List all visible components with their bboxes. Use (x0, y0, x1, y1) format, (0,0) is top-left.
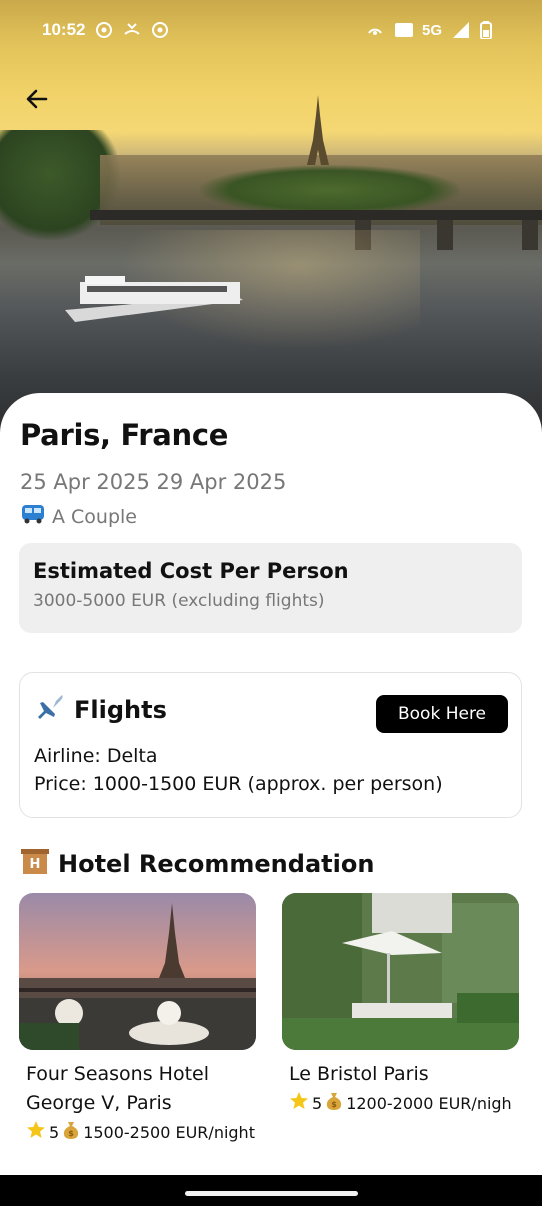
svg-text:$: $ (331, 1100, 337, 1109)
arrow-left-icon (26, 89, 48, 109)
hero-image (0, 0, 542, 440)
travelers-label: A Couple (52, 505, 137, 528)
flights-card: Flights Book Here Airline: Delta Price: … (19, 672, 522, 818)
hotel-meta: 5 $ 1200-2000 EUR/nigh (282, 1091, 522, 1115)
money-bag-icon: $ (62, 1120, 80, 1144)
page-title: Paris, France (20, 418, 229, 452)
network-type: 5G (421, 21, 442, 39)
flight-price-text: Price: 1000-1500 EUR (approx. per person… (34, 773, 443, 795)
airplane-icon (34, 691, 66, 729)
hotel-card[interactable]: Four Seasons Hotel George V, Paris 5 $ 1… (19, 893, 259, 1144)
hotel-name: Le Bristol Paris (289, 1063, 429, 1085)
home-gesture-handle[interactable] (185, 1191, 358, 1196)
system-nav-bar (0, 1175, 542, 1206)
travelers: A Couple (20, 503, 137, 530)
hotel-rating: 5 (312, 1093, 323, 1113)
nfc-icon (394, 21, 413, 39)
status-bar: 10:52 5G (0, 0, 542, 60)
hotel-icon: H (20, 846, 50, 882)
whatsapp-icon (151, 21, 169, 39)
hotel-price: 1500-2500 EUR/night (83, 1122, 255, 1142)
trip-dates: 25 Apr 2025 29 Apr 2025 (20, 470, 287, 494)
hotel-rating: 5 (49, 1122, 60, 1142)
eiffel-tower-shape (307, 95, 329, 165)
bus-icon (20, 503, 46, 530)
hotel-price: 1200-2000 EUR/nigh (346, 1093, 512, 1113)
signal-icon (452, 21, 470, 39)
cost-title: Estimated Cost Per Person (33, 559, 349, 583)
status-time: 10:52 (42, 20, 86, 39)
missed-call-icon (123, 21, 141, 39)
svg-text:H: H (30, 857, 41, 872)
hotel-image (282, 893, 519, 1050)
hotel-section-header: H Hotel Recommendation (20, 846, 374, 882)
money-bag-icon: $ (325, 1091, 343, 1115)
airline-text: Airline: Delta (34, 745, 158, 767)
hotel-meta: 5 $ 1500-2500 EUR/night (19, 1120, 259, 1144)
whatsapp-icon (95, 21, 113, 39)
hotel-section-title: Hotel Recommendation (58, 850, 375, 878)
hotel-card[interactable]: Le Bristol Paris 5 $ 1200-2000 EUR/nigh (282, 893, 522, 1115)
flights-title: Flights (74, 696, 167, 724)
cost-value: 3000-5000 EUR (excluding flights) (33, 591, 325, 611)
estimated-cost-card: Estimated Cost Per Person 3000-5000 EUR … (19, 543, 522, 633)
svg-text:$: $ (68, 1129, 74, 1138)
hotel-name: Four Seasons Hotel George V, Paris (26, 1063, 209, 1114)
star-icon (26, 1120, 46, 1144)
trip-details-sheet: Paris, France 25 Apr 2025 29 Apr 2025 A … (0, 393, 542, 1175)
hotspot-icon (366, 21, 384, 39)
book-flight-button[interactable]: Book Here (376, 695, 508, 733)
hotel-image (19, 893, 256, 1050)
battery-icon (480, 21, 498, 40)
boat-shape (65, 276, 243, 322)
star-icon (289, 1091, 309, 1115)
back-button[interactable] (18, 80, 56, 118)
